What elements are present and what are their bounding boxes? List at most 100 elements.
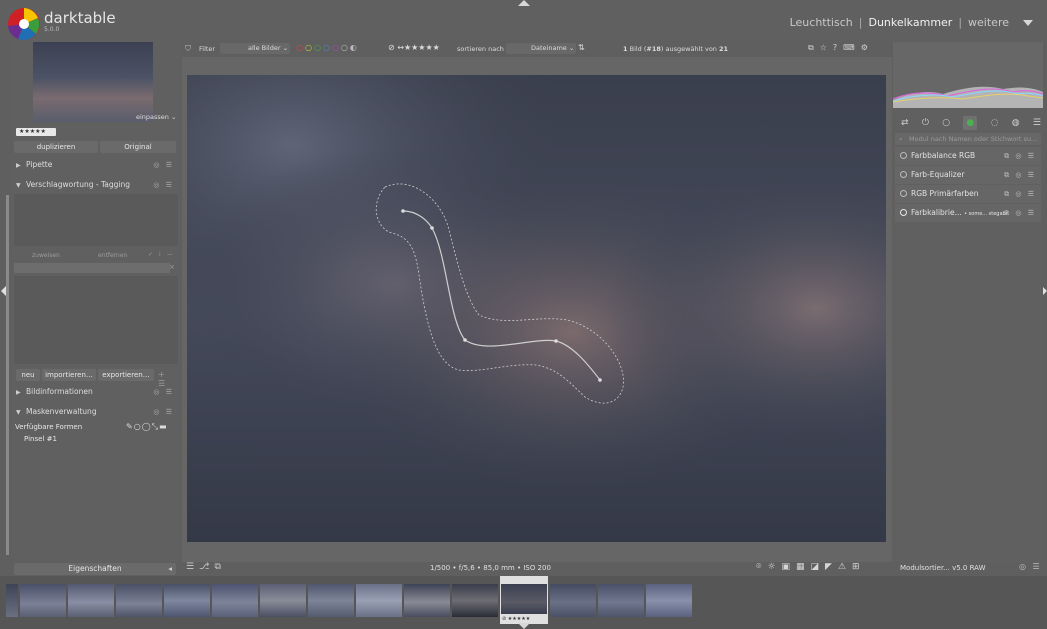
focus-peaking-icon[interactable]: ⌾ <box>756 562 767 572</box>
color-label-filter[interactable]: ○○○○○○◐ <box>296 43 359 52</box>
section-mask-manager[interactable]: ▼ Maskenverwaltung ◎ ☰ <box>16 405 178 419</box>
selected-thumbnail-rating[interactable]: ⊘ ★★★★★ <box>502 616 530 622</box>
module-color-balance-rgb[interactable]: Farbbalance RGB ⧉ ◎ ☰ <box>895 147 1041 165</box>
rating-filter[interactable]: ⊘ ↔★★★★★ <box>388 43 440 52</box>
filmstrip-thumbnail[interactable] <box>116 584 162 617</box>
yellow-label-icon[interactable]: ○ <box>305 43 314 52</box>
quick-access-icon[interactable]: ⇄ <box>901 118 909 128</box>
left-panel-scrollbar[interactable] <box>6 195 9 555</box>
view-darkroom[interactable]: Dunkelkammer <box>868 16 952 29</box>
module-color-equalizer[interactable]: Farb-Equalizer ⧉ ◎ ☰ <box>895 166 1041 184</box>
second-window-icon[interactable]: ⧉ <box>214 562 225 572</box>
star-icon[interactable]: ☆ <box>820 43 833 52</box>
module-order-label[interactable]: Modulsortier... v5.0 RAW <box>900 564 986 572</box>
view-more[interactable]: weitere <box>968 16 1009 29</box>
tag-options-icons[interactable]: ✓ ⁞ — <box>148 251 175 258</box>
clear-icon[interactable]: × <box>169 263 175 271</box>
filter-icon[interactable]: ⛉ <box>185 44 191 54</box>
selected-thumbnail-stars[interactable]: ★★★★★ <box>508 616 530 622</box>
raw-overexposed-icon[interactable]: ▣ <box>781 562 796 572</box>
section-pipette[interactable]: ▶ Pipette ◎ ☰ <box>16 158 178 172</box>
section-preset-icons[interactable]: ◎ ☰ <box>153 178 174 192</box>
tag-attach-button[interactable]: zuweisen <box>32 252 60 259</box>
original-button[interactable]: Original <box>100 141 176 153</box>
ellipse-icon[interactable]: ◯ <box>142 422 152 431</box>
module-header-icons[interactable]: ⧉ ◎ ☰ <box>1004 166 1036 184</box>
filmstrip-thumbnail[interactable] <box>646 584 692 617</box>
filter-dropdown[interactable]: alle Bilder ⌄ <box>220 43 290 54</box>
path-icon[interactable]: ⤡ <box>152 422 159 431</box>
effect-group-icon[interactable]: ◍ <box>1012 118 1020 128</box>
rating-range-icon[interactable]: ↔ <box>397 43 404 52</box>
gradient-icon[interactable]: ▬ <box>159 422 168 431</box>
circle-icon[interactable]: ○ <box>134 422 142 431</box>
green-label-icon[interactable]: ○ <box>314 43 323 52</box>
filmstrip-thumbnail[interactable] <box>356 584 402 617</box>
tag-new-button[interactable]: neu <box>16 369 40 381</box>
module-header-icons[interactable]: ⧉ ◎ ☰ <box>1004 185 1036 203</box>
navigation-zoom-select[interactable]: einpassen ⌄ <box>136 113 176 121</box>
correct-group-icon[interactable]: ◌ <box>991 118 999 128</box>
power-icon[interactable]: ⏻ <box>922 118 929 128</box>
red-label-icon[interactable]: ○ <box>296 43 305 52</box>
properties-button[interactable]: Eigenschaften ◂ <box>14 563 176 575</box>
image-rating[interactable]: ★★★★★ <box>16 128 56 136</box>
power-icon[interactable] <box>900 190 907 197</box>
navigation-preview[interactable] <box>33 42 153 122</box>
color-assessment-icon[interactable]: ☼ <box>767 562 781 572</box>
presets-icon[interactable]: ☰ <box>186 562 199 572</box>
window-icon[interactable]: ⧉ <box>808 43 820 52</box>
help-icon[interactable]: ? <box>833 43 843 52</box>
histogram[interactable] <box>893 42 1043 108</box>
tag-import-button[interactable]: importieren… <box>42 369 96 381</box>
section-preset-icons[interactable]: ◎ ☰ <box>153 158 174 172</box>
filmstrip-thumbnail[interactable] <box>452 584 498 617</box>
gamut-check-icon[interactable]: ◤ <box>825 562 838 572</box>
blue-label-icon[interactable]: ○ <box>323 43 332 52</box>
tag-detach-button[interactable]: entfernen <box>98 252 127 259</box>
filmstrip-thumbnail[interactable] <box>212 584 258 617</box>
module-search-input[interactable]: ⌕ Modul nach Namen oder Stichwort su... <box>895 133 1041 145</box>
menu-icon[interactable]: ☰ <box>1033 118 1041 128</box>
mask-shape-item[interactable]: Pinsel #1 <box>24 435 57 443</box>
filmstrip-thumbnail[interactable] <box>164 584 210 617</box>
section-image-information[interactable]: ▶ Bildinformationen ◎ ☰ <box>16 385 178 399</box>
filmstrip-thumbnail[interactable] <box>598 584 644 617</box>
module-rgb-primaries[interactable]: RGB Primärfarben ⧉ ◎ ☰ <box>895 185 1041 203</box>
brush-icon[interactable]: ✎ <box>126 422 134 431</box>
filmstrip-selected-thumbnail[interactable]: ⊘ ★★★★★ <box>500 576 548 624</box>
power-icon[interactable] <box>900 209 907 216</box>
styles-icon[interactable]: ⎇ <box>199 562 214 572</box>
attached-tags-list[interactable] <box>14 194 178 246</box>
module-order-icons[interactable]: ◎ ☰ <box>1019 562 1042 571</box>
sort-order-icon[interactable]: ⇅ <box>578 43 585 52</box>
power-icon[interactable] <box>900 171 907 178</box>
collapse-top-icon[interactable] <box>518 0 530 6</box>
module-color-calibration[interactable]: Farbkalibrie... • some... stegabr ⧉ ◎ ☰ <box>895 204 1041 222</box>
base-group-icon[interactable]: ○ <box>942 118 950 128</box>
tag-dictionary-list[interactable] <box>14 276 178 364</box>
power-icon[interactable] <box>900 152 907 159</box>
section-preset-icons[interactable]: ◎ ☰ <box>153 385 174 399</box>
color-group-icon[interactable]: ● <box>963 116 978 130</box>
filmstrip-thumbnail[interactable] <box>20 584 66 617</box>
purple-label-icon[interactable]: ○ <box>332 43 341 52</box>
main-image[interactable] <box>187 75 886 542</box>
section-preset-icons[interactable]: ◎ ☰ <box>153 405 174 419</box>
warning-icon[interactable]: ⚠ <box>838 562 852 572</box>
guides-icon[interactable]: ⊞ <box>852 562 866 572</box>
module-header-icons[interactable]: ⧉ ◎ ☰ <box>1004 204 1036 222</box>
tag-export-button[interactable]: exportieren… <box>98 369 154 381</box>
and-or-icon[interactable]: ◐ <box>350 43 359 52</box>
gray-label-icon[interactable]: ○ <box>341 43 350 52</box>
filmstrip-thumbnail[interactable] <box>6 584 18 617</box>
filmstrip-thumbnail[interactable] <box>550 584 596 617</box>
rating-filter-stars[interactable]: ★★★★★ <box>404 43 440 52</box>
duplicate-button[interactable]: duplizieren <box>14 141 98 153</box>
clipping-icon[interactable]: ▦ <box>796 562 811 572</box>
tag-search-input[interactable] <box>14 263 170 273</box>
view-lighttable[interactable]: Leuchttisch <box>790 16 853 29</box>
filmstrip-thumbnail[interactable] <box>404 584 450 617</box>
collapse-bottom-icon[interactable] <box>518 623 530 629</box>
filmstrip-thumbnail[interactable] <box>260 584 306 617</box>
